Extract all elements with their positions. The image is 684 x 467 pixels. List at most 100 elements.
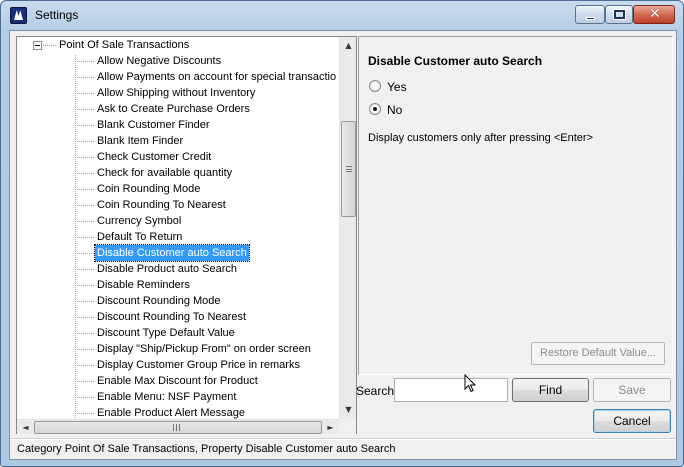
tree-item[interactable]: Display Customer Group Price in remarks xyxy=(75,357,339,373)
tree-item[interactable]: Discount Type Default Value xyxy=(75,325,339,341)
tree-horizontal-scrollbar[interactable]: ◄ ► xyxy=(17,419,339,434)
window-title: Settings xyxy=(35,8,79,22)
tree-item[interactable]: Discount Rounding Mode xyxy=(75,293,339,309)
tree-connector xyxy=(75,269,95,270)
scroll-down-icon[interactable]: ▼ xyxy=(340,401,357,418)
grip-icon xyxy=(346,166,352,172)
tree-item[interactable]: Check Customer Credit xyxy=(75,149,339,165)
title-bar[interactable]: Settings ✕ xyxy=(1,1,683,29)
tree-connector xyxy=(75,157,95,158)
tree-connector xyxy=(75,109,95,110)
horizontal-scroll-thumb[interactable] xyxy=(34,421,322,434)
minimize-button[interactable] xyxy=(575,5,605,24)
tree-connector xyxy=(75,93,95,94)
maximize-icon xyxy=(613,9,626,20)
tree-item-label: Check Customer Credit xyxy=(97,151,212,163)
tree-item-label: Discount Rounding Mode xyxy=(97,295,221,307)
tree-item-label: Ask to Create Purchase Orders xyxy=(97,103,250,115)
yes-radio[interactable] xyxy=(369,80,381,92)
tree-item[interactable]: Ask to Create Purchase Orders xyxy=(75,101,339,117)
tree-item-label: Allow Payments on account for special tr… xyxy=(97,71,337,83)
tree-item-label: Disable Product auto Search xyxy=(97,263,238,275)
tree-item[interactable]: Disable Reminders xyxy=(75,277,339,293)
settings-window: Settings ✕ Point Of Sale Transactions Al… xyxy=(0,0,684,467)
tree-connector xyxy=(75,333,95,334)
yes-radio-label[interactable]: Yes xyxy=(387,80,407,94)
tree-item[interactable]: Coin Rounding To Nearest xyxy=(75,197,339,213)
tree-item-label: Blank Customer Finder xyxy=(97,119,210,131)
tree-connector xyxy=(75,253,95,254)
tree-item-label: Enable Max Discount for Product xyxy=(97,375,258,387)
tree-vertical-scrollbar[interactable]: ▲ ▼ xyxy=(339,37,356,419)
tree-item-label: Coin Rounding Mode xyxy=(97,183,201,195)
tree-viewport: Point Of Sale Transactions Allow Negativ… xyxy=(17,37,339,419)
tree-item[interactable]: Enable Product Alert Message xyxy=(75,405,339,419)
tree-connector xyxy=(75,77,95,78)
scroll-up-icon[interactable]: ▲ xyxy=(340,37,357,54)
tree-item-label: Enable Product Alert Message xyxy=(97,407,245,419)
search-label: Search xyxy=(356,384,395,398)
close-button[interactable]: ✕ xyxy=(633,5,675,24)
status-separator xyxy=(10,439,676,440)
tree-connector xyxy=(75,173,95,174)
tree-item[interactable]: Currency Symbol xyxy=(75,213,339,229)
search-input[interactable] xyxy=(394,378,508,402)
tree-item[interactable]: Check for available quantity xyxy=(75,165,339,181)
tree-connector xyxy=(75,381,95,382)
tree-item[interactable]: Discount Rounding To Nearest xyxy=(75,309,339,325)
tree-item[interactable]: Default To Return xyxy=(75,229,339,245)
tree-connector xyxy=(75,397,95,398)
tree-item[interactable]: Blank Customer Finder xyxy=(75,117,339,133)
settings-tree[interactable]: Point Of Sale Transactions Allow Negativ… xyxy=(16,36,357,434)
restore-default-button[interactable]: Restore Default Value... xyxy=(531,342,665,365)
tree-connector xyxy=(75,61,95,62)
minimize-icon xyxy=(586,17,595,20)
tree-connector xyxy=(75,189,95,190)
save-button[interactable]: Save xyxy=(593,378,671,402)
tree-item-label: Display "Ship/Pickup From" on order scre… xyxy=(97,343,311,355)
tree-connector xyxy=(75,285,95,286)
tree-connector xyxy=(75,301,95,302)
scroll-left-icon[interactable]: ◄ xyxy=(17,420,34,435)
scroll-right-icon[interactable]: ► xyxy=(322,420,339,435)
property-panel: Disable Customer auto Search Yes No Disp… xyxy=(358,36,673,375)
tree-connector xyxy=(75,237,95,238)
tree-item[interactable]: Allow Shipping without Inventory xyxy=(75,85,339,101)
tree-item-label: Allow Shipping without Inventory xyxy=(97,87,256,99)
tree-connector xyxy=(75,221,95,222)
grip-icon xyxy=(173,424,180,431)
tree-item[interactable]: Display "Ship/Pickup From" on order scre… xyxy=(75,341,339,357)
tree-item[interactable]: Disable Product auto Search xyxy=(75,261,339,277)
status-bar: Category Point Of Sale Transactions, Pro… xyxy=(10,438,676,459)
tree-connector xyxy=(43,45,57,46)
tree-connector xyxy=(75,141,95,142)
tree-item[interactable]: Blank Item Finder xyxy=(75,133,339,149)
tree-item-label: Check for available quantity xyxy=(97,167,233,179)
collapse-icon[interactable] xyxy=(33,41,42,50)
tree-item-label: Currency Symbol xyxy=(97,215,182,227)
tree-item[interactable]: Enable Menu: NSF Payment xyxy=(75,389,339,405)
tree-node-root[interactable]: Point Of Sale Transactions xyxy=(17,37,337,53)
tree-item[interactable]: Allow Negative Discounts xyxy=(75,53,339,69)
tree-item[interactable]: Allow Payments on account for special tr… xyxy=(75,69,339,85)
mouse-cursor-icon xyxy=(464,374,477,393)
tree-connector xyxy=(75,317,95,318)
no-radio[interactable] xyxy=(369,103,381,115)
find-button[interactable]: Find xyxy=(512,378,589,402)
tree-item-label: Blank Item Finder xyxy=(97,135,184,147)
tree-item-label: Disable Reminders xyxy=(97,279,190,291)
tree-item[interactable]: Enable Max Discount for Product xyxy=(75,373,339,389)
no-radio-label[interactable]: No xyxy=(387,103,402,117)
settings-app-icon[interactable] xyxy=(10,7,27,24)
maximize-button[interactable] xyxy=(605,5,633,24)
tree-connector xyxy=(75,413,95,414)
cancel-button[interactable]: Cancel xyxy=(593,409,671,433)
tree-item-label: Discount Rounding To Nearest xyxy=(97,311,246,323)
tree-item-label: Disable Customer auto Search xyxy=(94,244,250,262)
tree-root-label: Point Of Sale Transactions xyxy=(59,39,190,51)
property-title: Disable Customer auto Search xyxy=(368,54,543,68)
tree-item[interactable]: Disable Customer auto Search xyxy=(75,244,339,262)
tree-item-label: Allow Negative Discounts xyxy=(97,55,222,67)
vertical-scroll-thumb[interactable] xyxy=(341,121,356,217)
tree-item[interactable]: Coin Rounding Mode xyxy=(75,181,339,197)
